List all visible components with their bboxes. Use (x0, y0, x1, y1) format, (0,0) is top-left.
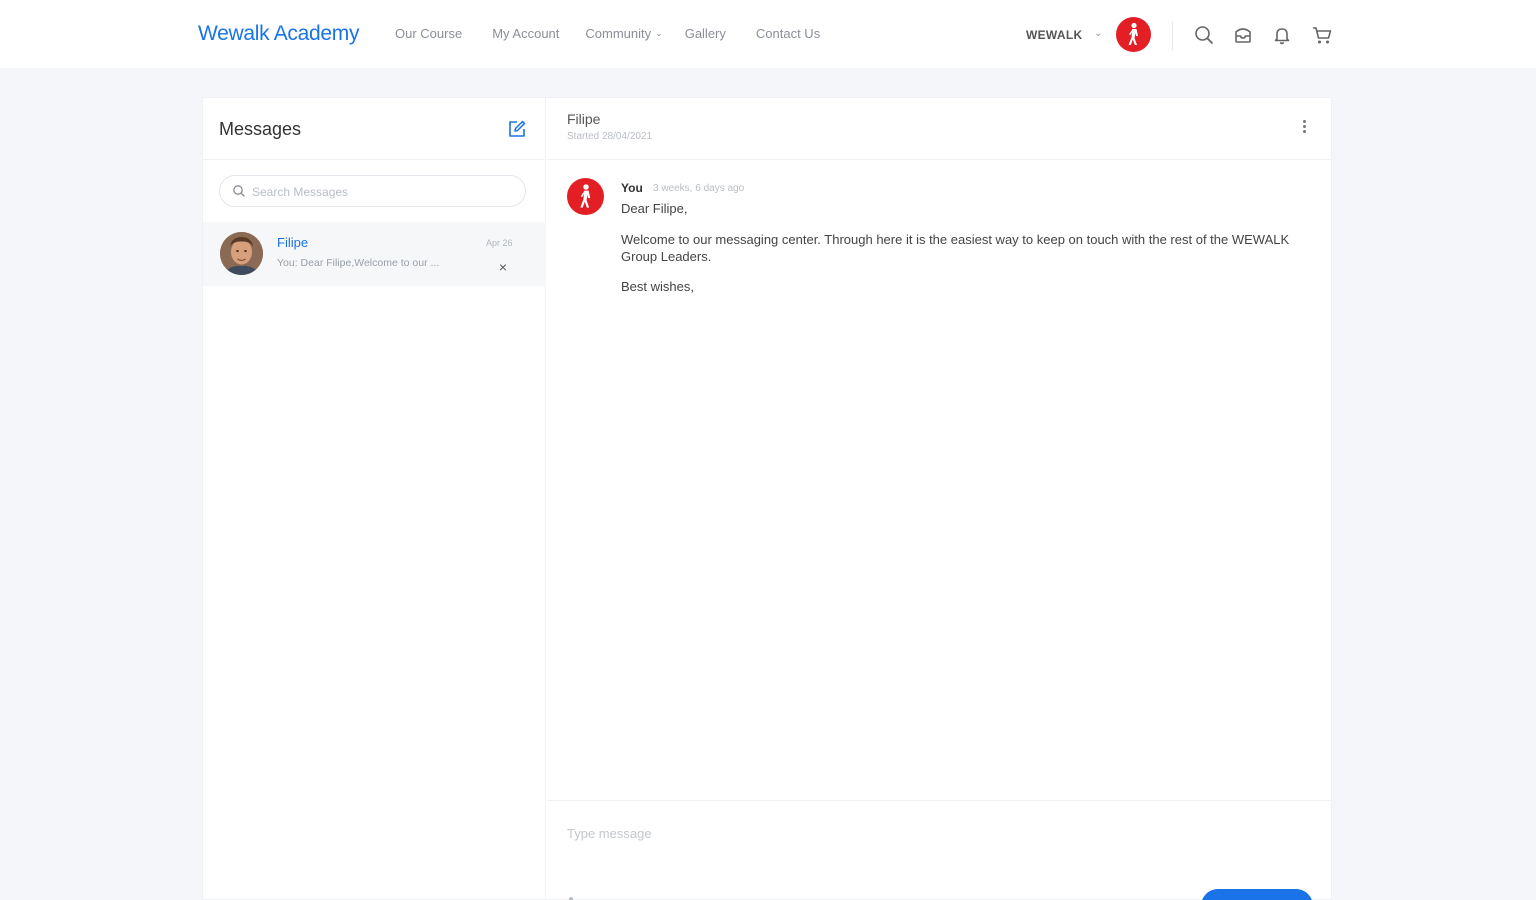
chevron-down-icon[interactable]: ⌄ (1094, 28, 1102, 39)
nav-label: My Account (492, 26, 560, 41)
sender-avatar (567, 178, 604, 215)
thread-list-column: Messages F (203, 98, 546, 900)
conversation-started-date: Started 28/04/2021 (567, 131, 653, 142)
site-logo[interactable]: Wewalk Academy (198, 22, 359, 46)
user-menu-name[interactable]: WEWALK (1026, 28, 1082, 42)
main-nav: Our Course My Account Community ⌄ Gallery… (395, 26, 820, 41)
page-title: Messages (219, 119, 302, 139)
conversation-header: Filipe Started 28/04/2021 (547, 98, 1331, 160)
message-greeting: Dear Filipe, (621, 201, 688, 216)
cart-icon[interactable] (1311, 24, 1333, 46)
header-divider (1172, 22, 1173, 50)
nav-gallery[interactable]: Gallery (685, 26, 726, 41)
thread-list-item[interactable]: Filipe Apr 26 You: Dear Filipe,Welcome t… (203, 222, 546, 286)
chevron-down-icon: ⌄ (655, 28, 663, 38)
conversation-column: Filipe Started 28/04/2021 You 3 weeks, 6… (547, 98, 1331, 900)
top-navigation-bar: Wewalk Academy Our Course My Account Com… (0, 0, 1536, 68)
thread-date: Apr 26 (486, 238, 513, 248)
nav-contact-us[interactable]: Contact Us (756, 26, 820, 41)
inbox-icon[interactable] (1232, 24, 1254, 46)
message-composer (547, 800, 1331, 900)
send-button[interactable] (1201, 889, 1313, 900)
messages-panel: Messages F (202, 97, 1332, 900)
nav-label: Our Course (395, 26, 463, 41)
search-icon (232, 184, 246, 198)
walking-person-icon (1128, 22, 1138, 45)
message-timestamp: 3 weeks, 6 days ago (653, 183, 745, 194)
nav-our-course[interactable]: Our Course (395, 26, 462, 41)
search-icon[interactable] (1193, 24, 1215, 46)
nav-label: Gallery (684, 26, 726, 41)
message-input[interactable] (567, 821, 1267, 845)
compose-icon[interactable] (506, 118, 528, 140)
walking-person-icon (580, 184, 591, 208)
thread-contact-name: Filipe (277, 235, 309, 250)
more-options-icon[interactable] (1299, 118, 1309, 140)
close-icon[interactable]: × (496, 260, 510, 274)
message-body: Welcome to our messaging center. Through… (621, 232, 1290, 264)
search-input[interactable] (252, 182, 512, 202)
nav-label: Community (585, 26, 652, 41)
nav-community[interactable]: Community ⌄ (585, 26, 662, 41)
nav-my-account[interactable]: My Account (492, 26, 559, 41)
bell-icon[interactable] (1271, 24, 1293, 46)
message-author: You (621, 181, 643, 195)
message-closing: Best wishes, (621, 279, 694, 294)
user-avatar[interactable] (1116, 17, 1151, 52)
thread-preview: You: Dear Filipe,Welcome to our ... (277, 257, 440, 269)
nav-label: Contact Us (755, 26, 821, 41)
thread-list-header: Messages (203, 98, 546, 160)
conversation-contact-name: Filipe (567, 111, 601, 127)
search-messages-field (219, 175, 526, 207)
contact-avatar (220, 232, 263, 275)
